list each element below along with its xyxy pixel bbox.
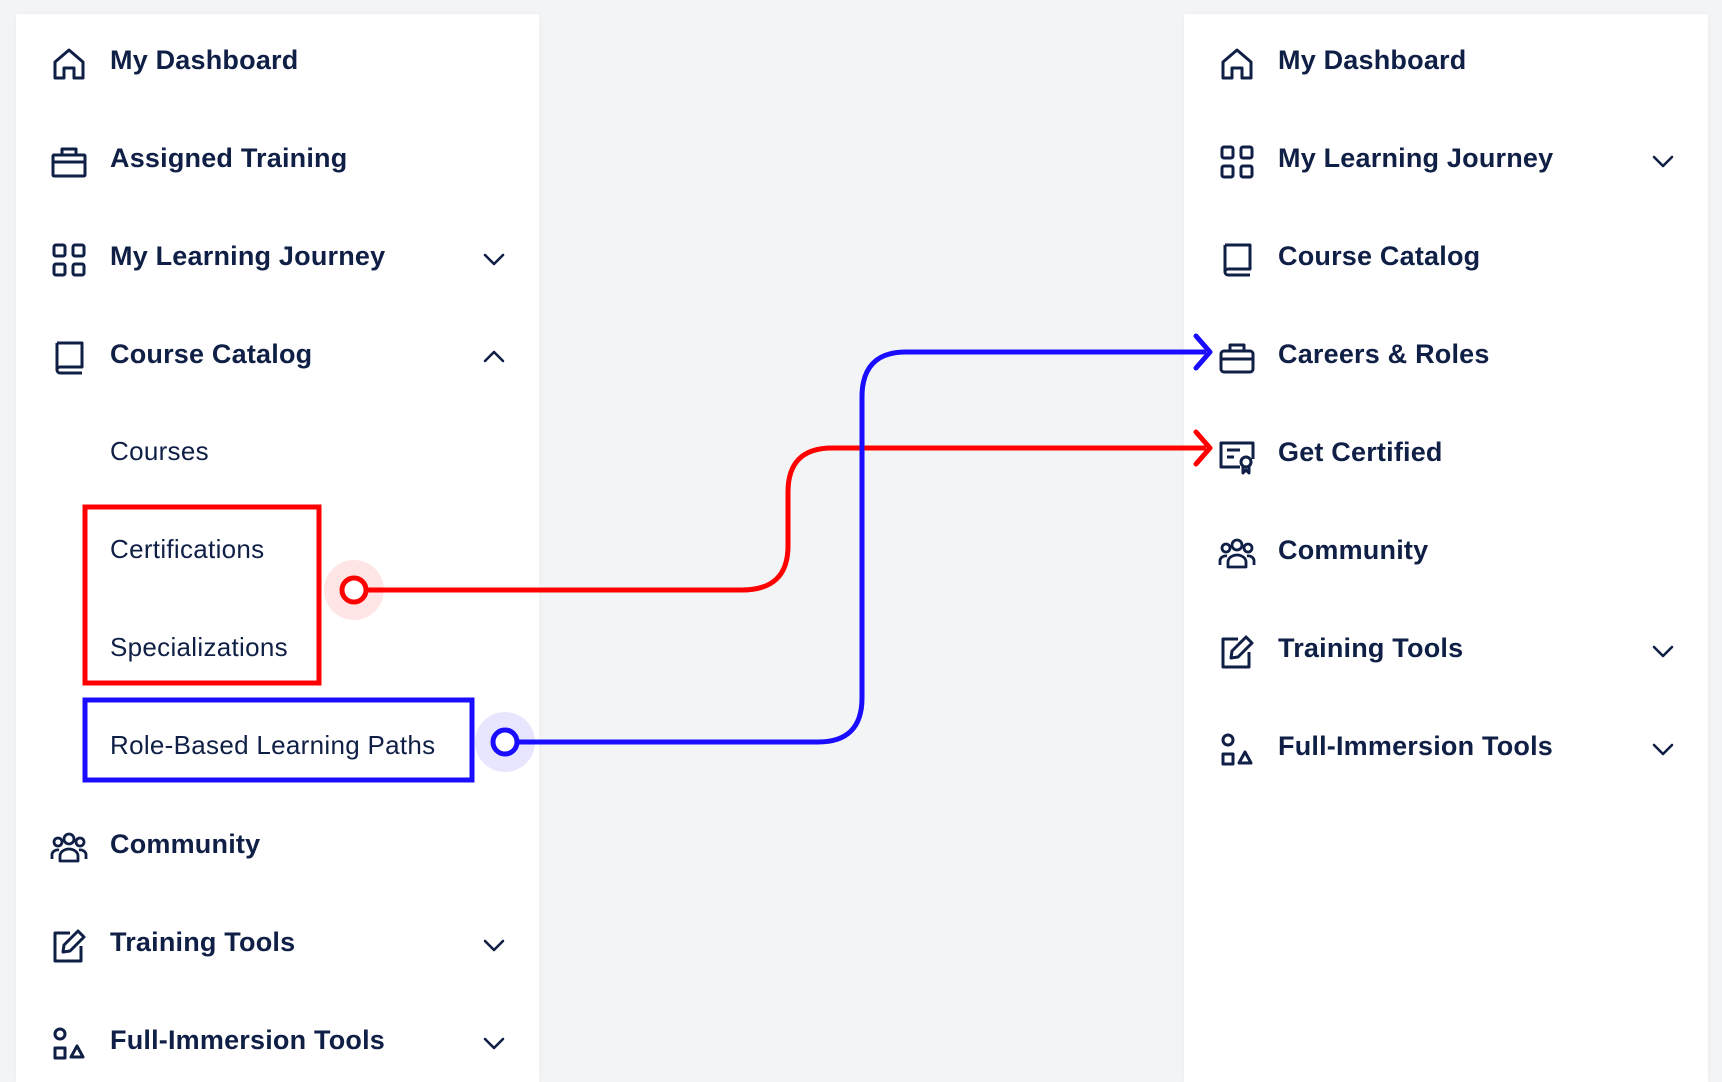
nav-training-tools[interactable]: Training Tools	[1184, 618, 1708, 678]
nav-my-learning-journey[interactable]: My Learning Journey	[1184, 128, 1708, 188]
chevron-down-icon[interactable]	[1650, 148, 1676, 174]
subnav-certifications[interactable]: Certifications	[110, 524, 264, 574]
nav-my-dashboard[interactable]: My Dashboard	[16, 30, 539, 90]
nav-full-immersion-tools[interactable]: Full-Immersion Tools	[16, 1010, 539, 1070]
subnav-specializations[interactable]: Specializations	[110, 622, 288, 672]
nav-label: Assigned Training	[110, 142, 348, 173]
subnav-role-based-learning-paths[interactable]: Role-Based Learning Paths	[110, 720, 435, 770]
nav-my-dashboard[interactable]: My Dashboard	[1184, 30, 1708, 90]
edit-icon	[1218, 633, 1256, 671]
shapes-icon	[50, 1025, 88, 1063]
book-icon	[1218, 241, 1256, 279]
nav-label: Careers & Roles	[1278, 338, 1490, 369]
left-sidebar: My Dashboard Assigned Training My Learni…	[16, 14, 539, 1082]
nav-label: Full-Immersion Tools	[1278, 730, 1554, 761]
nav-label: Course Catalog	[110, 338, 313, 369]
chevron-down-icon[interactable]	[481, 932, 507, 958]
certificate-icon	[1218, 437, 1256, 475]
nav-label: My Learning Journey	[110, 240, 386, 271]
nav-course-catalog[interactable]: Course Catalog	[1184, 226, 1708, 286]
nav-label: Training Tools	[1278, 632, 1464, 663]
nav-course-catalog[interactable]: Course Catalog	[16, 324, 539, 384]
nav-my-learning-journey[interactable]: My Learning Journey	[16, 226, 539, 286]
nav-full-immersion-tools[interactable]: Full-Immersion Tools	[1184, 716, 1708, 776]
nav-label: My Dashboard	[1278, 44, 1467, 75]
home-icon	[50, 45, 88, 83]
nav-assigned-training[interactable]: Assigned Training	[16, 128, 539, 188]
chevron-down-icon[interactable]	[1650, 736, 1676, 762]
chevron-down-icon[interactable]	[481, 246, 507, 272]
nav-careers-and-roles[interactable]: Careers & Roles	[1184, 324, 1708, 384]
chevron-down-icon[interactable]	[481, 1030, 507, 1056]
people-icon	[50, 829, 88, 867]
nav-label: Community	[1278, 534, 1429, 565]
nav-training-tools[interactable]: Training Tools	[16, 912, 539, 972]
grid-icon	[1218, 143, 1256, 181]
nav-label: Community	[110, 828, 261, 859]
nav-community[interactable]: Community	[16, 814, 539, 874]
subnav-courses[interactable]: Courses	[110, 426, 209, 476]
briefcase-icon	[1218, 339, 1256, 377]
right-sidebar: My Dashboard My Learning Journey Course …	[1184, 14, 1708, 1082]
nav-label: Get Certified	[1278, 436, 1443, 467]
nav-label: Course Catalog	[1278, 240, 1481, 271]
chevron-up-icon[interactable]	[481, 344, 507, 370]
edit-icon	[50, 927, 88, 965]
nav-label: Training Tools	[110, 926, 296, 957]
grid-icon	[50, 241, 88, 279]
nav-label: My Learning Journey	[1278, 142, 1554, 173]
nav-community[interactable]: Community	[1184, 520, 1708, 580]
nav-label: Full-Immersion Tools	[110, 1024, 386, 1055]
briefcase-icon	[50, 143, 88, 181]
connector-line-blue	[518, 349, 1206, 745]
people-icon	[1218, 535, 1256, 573]
shapes-icon	[1218, 731, 1256, 769]
chevron-down-icon[interactable]	[1650, 638, 1676, 664]
nav-get-certified[interactable]: Get Certified	[1184, 422, 1708, 482]
book-icon	[50, 339, 88, 377]
home-icon	[1218, 45, 1256, 83]
nav-label: My Dashboard	[110, 44, 299, 75]
